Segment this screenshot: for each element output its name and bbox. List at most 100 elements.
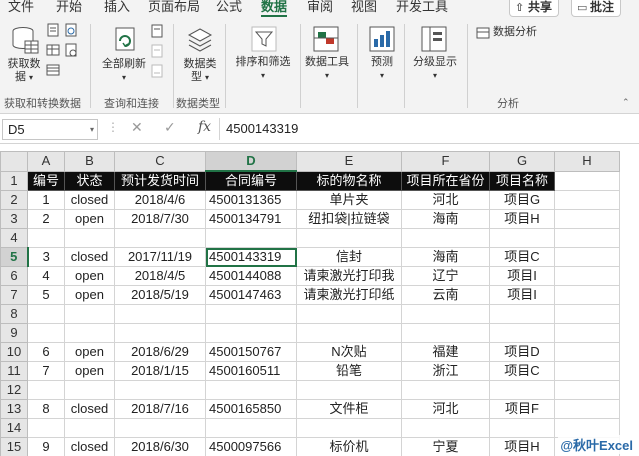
row-header[interactable]: 2 [0, 190, 28, 210]
cell[interactable] [489, 228, 555, 248]
cell[interactable]: 信封 [296, 247, 402, 267]
sort-filter-button[interactable]: 排序和筛选 ▾ [230, 56, 296, 82]
cell[interactable]: 2018/1/15 [114, 361, 206, 381]
cell[interactable] [114, 418, 206, 438]
cell[interactable] [489, 304, 555, 324]
edit-links-icon[interactable] [150, 64, 164, 78]
collapse-ribbon-icon[interactable]: ⌃ [622, 96, 630, 109]
tab-file[interactable]: 文件 [8, 0, 34, 18]
cell[interactable]: 3 [27, 247, 65, 267]
cell[interactable] [401, 380, 490, 400]
cell[interactable] [489, 418, 555, 438]
cell[interactable] [205, 380, 297, 400]
cell[interactable]: 项目I [489, 266, 555, 286]
header-cell[interactable]: 项目所在省份 [401, 170, 490, 191]
cell[interactable] [554, 190, 620, 210]
cell[interactable] [64, 304, 115, 324]
row-header[interactable]: 8 [0, 304, 28, 324]
cell[interactable] [296, 304, 402, 324]
cell[interactable]: 4 [27, 266, 65, 286]
cell[interactable]: 9 [27, 437, 65, 456]
tab-page-layout[interactable]: 页面布局 [148, 0, 200, 18]
insert-function-button[interactable]: fx [198, 119, 211, 135]
cell[interactable]: 项目F [489, 399, 555, 419]
cell[interactable]: open [64, 266, 115, 286]
chevron-down-icon[interactable]: ▾ [90, 120, 94, 139]
tab-data[interactable]: 数据 [261, 0, 288, 18]
cell[interactable]: 海南 [401, 247, 490, 267]
cell[interactable]: 2018/5/19 [114, 285, 206, 305]
cell[interactable] [554, 247, 620, 267]
cell[interactable]: 辽宁 [401, 266, 490, 286]
cell[interactable]: N次贴 [296, 342, 402, 362]
row-header[interactable]: 1 [0, 170, 28, 191]
cell[interactable]: 4500097566 [205, 437, 297, 456]
existing-connections-icon[interactable] [46, 63, 60, 77]
cell[interactable]: open [64, 361, 115, 381]
header-cell[interactable]: 项目名称 [489, 170, 555, 191]
cell[interactable]: 4500147463 [205, 285, 297, 305]
cell[interactable] [27, 304, 65, 324]
cell[interactable]: 请柬激光打印纸 [296, 285, 402, 305]
cell[interactable] [401, 418, 490, 438]
cell[interactable]: 2018/7/30 [114, 209, 206, 229]
name-box[interactable]: D5 ▾ [2, 119, 98, 140]
row-header[interactable]: 9 [0, 323, 28, 343]
cell[interactable] [114, 380, 206, 400]
cell[interactable] [554, 323, 620, 343]
row-header[interactable]: 6 [0, 266, 28, 286]
row-header[interactable]: 12 [0, 380, 28, 400]
cell[interactable] [114, 228, 206, 248]
tab-insert[interactable]: 插入 [104, 0, 130, 18]
cell[interactable]: 宁夏 [401, 437, 490, 456]
column-header-selected[interactable]: D [205, 151, 297, 172]
cell[interactable] [554, 228, 620, 248]
header-cell[interactable]: 状态 [64, 170, 115, 191]
cell[interactable] [296, 380, 402, 400]
cell[interactable]: 项目G [489, 190, 555, 210]
column-header[interactable]: F [401, 151, 490, 172]
cell[interactable] [296, 228, 402, 248]
outline-button[interactable]: 分级显示 ▾ [410, 56, 460, 82]
cell[interactable]: 项目C [489, 361, 555, 381]
cell[interactable] [554, 285, 620, 305]
formula-input[interactable]: 4500143319 [226, 119, 298, 138]
cell[interactable]: 项目D [489, 342, 555, 362]
queries-connections-icon[interactable] [150, 24, 164, 38]
refresh-all-button[interactable]: 全部刷新 ▾ [98, 58, 150, 84]
header-cell[interactable]: 标的物名称 [296, 170, 402, 191]
cell[interactable]: 1 [27, 190, 65, 210]
data-tools-button[interactable]: 数据工具 ▾ [302, 56, 352, 82]
cell[interactable] [64, 323, 115, 343]
cell[interactable] [114, 323, 206, 343]
cell[interactable]: 2 [27, 209, 65, 229]
cell[interactable]: 4500150767 [205, 342, 297, 362]
cell[interactable]: 4500134791 [205, 209, 297, 229]
tab-review[interactable]: 审阅 [307, 0, 333, 18]
cell[interactable]: 项目H [489, 437, 555, 456]
cell[interactable]: 纽扣袋|拉链袋 [296, 209, 402, 229]
row-header[interactable]: 13 [0, 399, 28, 419]
cell[interactable] [205, 304, 297, 324]
share-button[interactable]: ⇧ 共享 [509, 0, 560, 17]
cell[interactable] [64, 380, 115, 400]
cell[interactable]: 2018/7/16 [114, 399, 206, 419]
cell[interactable]: 2018/6/29 [114, 342, 206, 362]
cell[interactable]: closed [64, 399, 115, 419]
row-header[interactable]: 15 [0, 437, 28, 456]
cell[interactable]: 2017/11/19 [114, 247, 206, 267]
cell[interactable] [489, 380, 555, 400]
cell[interactable]: 文件柜 [296, 399, 402, 419]
cell[interactable] [114, 304, 206, 324]
column-header[interactable]: E [296, 151, 402, 172]
column-header[interactable]: C [114, 151, 206, 172]
cell[interactable] [554, 304, 620, 324]
cell[interactable]: 4500160511 [205, 361, 297, 381]
header-cell[interactable]: 编号 [27, 170, 65, 191]
cell[interactable]: 4500144088 [205, 266, 297, 286]
cell[interactable] [401, 228, 490, 248]
header-cell[interactable]: 预计发货时间 [114, 170, 206, 191]
column-header[interactable]: H [554, 151, 620, 172]
cell[interactable]: open [64, 285, 115, 305]
cell[interactable]: 河北 [401, 399, 490, 419]
